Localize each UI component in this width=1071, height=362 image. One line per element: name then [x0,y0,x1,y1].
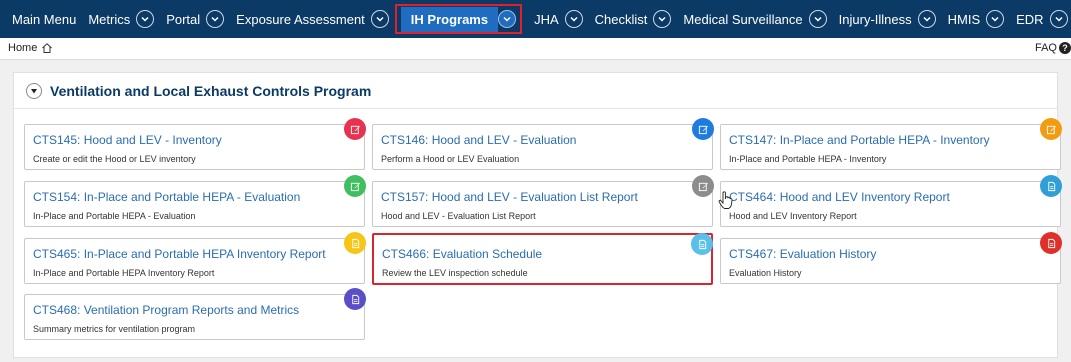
card-cts464[interactable]: CTS464: Hood and LEV Inventory Report Ho… [720,175,1062,227]
card-description: Create or edit the Hood or LEV inventory [33,154,196,164]
chevron-down-icon[interactable] [206,10,225,28]
card-cts157[interactable]: CTS157: Hood and LEV - Evaluation List R… [372,175,714,227]
nav-label: Medical Surveillance [683,11,803,27]
card-cts147[interactable]: CTS147: In-Place and Portable HEPA - Inv… [720,118,1062,170]
faq-link[interactable]: FAQ ? [1035,42,1071,54]
document-icon[interactable] [1040,232,1062,254]
edit-icon[interactable] [692,118,714,140]
card-title[interactable]: CTS146: Hood and LEV - Evaluation [381,133,576,147]
card-description: Hood and LEV - Evaluation List Report [381,211,536,221]
nav-ih-programs[interactable]: IH Programs [394,4,523,34]
card-cts154[interactable]: CTS154: In-Place and Portable HEPA - Eva… [24,175,366,227]
chevron-down-icon[interactable] [1049,10,1068,28]
card-title[interactable]: CTS464: Hood and LEV Inventory Report [729,190,950,204]
nav-label: HMIS [947,11,981,27]
card-title[interactable]: CTS157: Hood and LEV - Evaluation List R… [381,190,638,204]
nav-label: Checklist [594,11,648,27]
edit-icon[interactable] [1040,118,1062,140]
card-description: In-Place and Portable HEPA - Evaluation [33,211,196,221]
nav-label: JHA [534,11,559,27]
card-title[interactable]: CTS467: Evaluation History [729,247,876,261]
nav-hmis[interactable]: HMIS [942,0,1011,38]
region-title: Ventilation and Local Exhaust Controls P… [50,82,372,99]
document-icon[interactable] [344,288,366,310]
card-description: In-Place and Portable HEPA - Inventory [729,154,887,164]
chevron-down-icon[interactable] [917,10,936,28]
nav-label: EDR [1016,11,1044,27]
card-cts466[interactable]: CTS466: Evaluation Schedule Review the L… [372,233,713,285]
document-icon[interactable] [691,233,713,255]
top-navigation-bar: Main Menu Metrics Portal Exposure Assess… [0,0,1071,38]
card-title[interactable]: CTS468: Ventilation Program Reports and … [33,303,299,317]
breadcrumb[interactable]: Home [8,42,53,54]
card-description: In-Place and Portable HEPA Inventory Rep… [33,268,215,278]
nav-label: Exposure Assessment [236,11,365,27]
card-description: Perform a Hood or LEV Evaluation [381,154,520,164]
chevron-down-icon[interactable] [986,10,1005,28]
nav-injury-illness[interactable]: Injury-Illness [833,0,942,38]
collapse-toggle-icon[interactable] [26,82,42,99]
nav-medical-surveillance[interactable]: Medical Surveillance [677,0,832,38]
chevron-down-icon[interactable] [370,10,389,28]
card-title[interactable]: CTS465: In-Place and Portable HEPA Inven… [33,247,326,261]
card-description: Summary metrics for ventilation program [33,324,196,334]
nav-main-menu[interactable]: Main Menu [6,0,82,38]
nav-label: Portal [166,11,201,27]
chevron-down-icon[interactable] [564,10,583,28]
card-title[interactable]: CTS466: Evaluation Schedule [382,247,542,261]
nav-jha[interactable]: JHA [528,0,589,38]
help-icon: ? [1059,42,1071,54]
breadcrumb-home-label: Home [8,42,38,54]
nav-metrics[interactable]: Metrics [82,0,160,38]
edit-icon[interactable] [344,175,366,197]
card-title[interactable]: CTS154: In-Place and Portable HEPA - Eva… [33,190,300,204]
card-description: Hood and LEV Inventory Report [729,211,857,221]
home-icon [42,43,53,53]
region-header: Ventilation and Local Exhaust Controls P… [14,73,1057,109]
chevron-down-icon[interactable] [808,10,827,28]
card-cts146[interactable]: CTS146: Hood and LEV - Evaluation Perfor… [372,118,714,170]
edit-icon[interactable] [344,118,366,140]
card-title[interactable]: CTS147: In-Place and Portable HEPA - Inv… [729,133,990,147]
nav-edr[interactable]: EDR [1010,0,1071,38]
document-icon[interactable] [344,232,366,254]
card-cts468[interactable]: CTS468: Ventilation Program Reports and … [24,288,366,340]
faq-label: FAQ [1034,42,1057,54]
card-cts467[interactable]: CTS467: Evaluation History Evaluation Hi… [720,232,1062,284]
card-description: Evaluation History [729,268,802,278]
chevron-down-icon[interactable] [653,10,672,28]
card-cts465[interactable]: CTS465: In-Place and Portable HEPA Inven… [24,232,366,284]
nav-checklist[interactable]: Checklist [589,0,678,38]
card-title[interactable]: CTS145: Hood and LEV - Inventory [33,133,222,147]
nav-label: Main Menu [12,11,77,27]
card-cts145[interactable]: CTS145: Hood and LEV - Inventory Create … [24,118,366,170]
nav-portal[interactable]: Portal [160,0,230,38]
nav-label: Injury-Illness [838,11,912,27]
chevron-down-icon[interactable] [136,10,155,28]
document-icon[interactable] [1040,175,1062,197]
chevron-down-icon[interactable] [498,10,517,28]
nav-exposure-assessment[interactable]: Exposure Assessment [230,0,395,38]
card-description: Review the LEV inspection schedule [382,268,528,278]
nav-label: IH Programs [400,6,499,32]
nav-label: Metrics [88,11,131,27]
edit-icon[interactable] [692,175,714,197]
breadcrumb-bar: Home FAQ ? [0,38,1071,60]
hand-cursor-icon [718,191,733,209]
